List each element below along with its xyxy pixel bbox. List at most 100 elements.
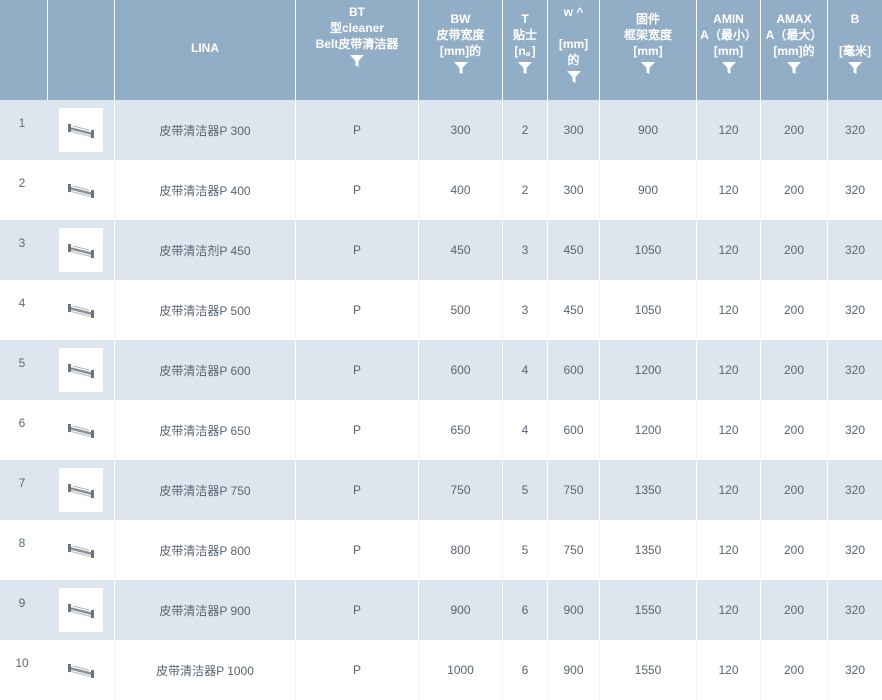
row-number: 10: [0, 640, 44, 700]
row-name[interactable]: 皮带清洁器P 750: [115, 460, 296, 520]
filter-icon[interactable]: [453, 62, 468, 74]
row-t: 5: [503, 520, 548, 580]
header-amax[interactable]: AMAX A（最大） [mm]的: [761, 0, 828, 100]
header-b[interactable]: B [毫米]: [828, 0, 882, 100]
filter-icon[interactable]: [566, 71, 581, 83]
row-t: 3: [503, 220, 548, 280]
row-amin: 120: [697, 100, 761, 160]
row-name[interactable]: 皮带清洁器P 800: [115, 520, 296, 580]
row-image-cell[interactable]: [48, 340, 115, 400]
table-row[interactable]: 7 皮带清洁器P 750 P 750 5 750 1350 120 200 32…: [0, 460, 882, 520]
table-row[interactable]: 8 皮带清洁器P 800 P 800 5 750 1350 120 200 32…: [0, 520, 882, 580]
belt-cleaner-thumbnail[interactable]: [59, 468, 103, 512]
belt-cleaner-icon: [68, 364, 94, 378]
belt-cleaner-thumbnail[interactable]: [59, 588, 103, 632]
row-bt: P: [296, 340, 419, 400]
row-amax: 200: [761, 400, 828, 460]
row-bw: 450: [419, 220, 503, 280]
row-number: 1: [0, 100, 44, 160]
product-table: LINA BT 型cleaner Belt皮带清洁器 BW 皮带宽度 [mm]的…: [0, 0, 882, 700]
row-w: 900: [548, 640, 600, 700]
row-w: 600: [548, 340, 600, 400]
header-bw[interactable]: BW 皮带宽度 [mm]的: [419, 0, 503, 100]
row-bw: 400: [419, 160, 503, 220]
row-amin: 120: [697, 400, 761, 460]
table-row[interactable]: 5 皮带清洁器P 600 P 600 4 600 1200 120 200 32…: [0, 340, 882, 400]
row-number: 2: [0, 160, 44, 220]
row-bw: 600: [419, 340, 503, 400]
row-number: 4: [0, 280, 44, 340]
belt-cleaner-thumbnail[interactable]: [59, 228, 103, 272]
row-image-cell[interactable]: [48, 220, 115, 280]
filter-icon[interactable]: [721, 62, 736, 74]
belt-cleaner-thumbnail[interactable]: [59, 348, 103, 392]
table-row[interactable]: 1 皮带清洁器P 300 P 300 2 300 900 120 200 320: [0, 100, 882, 160]
belt-cleaner-thumbnail[interactable]: [59, 288, 103, 332]
header-w[interactable]: w ^ [mm] 的: [548, 0, 600, 100]
row-t: 4: [503, 400, 548, 460]
belt-cleaner-icon: [68, 664, 94, 678]
row-frame: 1200: [600, 340, 697, 400]
row-w: 750: [548, 460, 600, 520]
row-b: 320: [844, 123, 866, 137]
row-name[interactable]: 皮带清洁器P 600: [115, 340, 296, 400]
row-name[interactable]: 皮带清洁器P 900: [115, 580, 296, 640]
row-name[interactable]: 皮带清洁器P 400: [115, 160, 296, 220]
table-row[interactable]: 2 皮带清洁器P 400 P 400 2 300 900 120 200 320: [0, 160, 882, 220]
row-t: 4: [503, 340, 548, 400]
header-image-cell: [48, 0, 115, 100]
row-image-cell[interactable]: [48, 400, 115, 460]
belt-cleaner-thumbnail[interactable]: [59, 528, 103, 572]
belt-cleaner-icon: [68, 424, 94, 438]
row-b: 320: [844, 663, 866, 677]
header-frame[interactable]: 固件 框架宽度 [mm]: [600, 0, 697, 100]
header-bt[interactable]: BT 型cleaner Belt皮带清洁器: [296, 0, 419, 100]
filter-icon[interactable]: [848, 62, 862, 74]
row-t: 5: [503, 460, 548, 520]
table-row[interactable]: 10 皮带清洁器P 1000 P 1000 6 900 1550 120 200…: [0, 640, 882, 700]
belt-cleaner-icon: [68, 184, 94, 198]
row-b: 320: [844, 483, 866, 497]
row-name[interactable]: 皮带清洁器P 300: [115, 100, 296, 160]
belt-cleaner-icon: [68, 604, 94, 618]
row-image-cell[interactable]: [48, 520, 115, 580]
table-row[interactable]: 6 皮带清洁器P 650 P 650 4 600 1200 120 200 32…: [0, 400, 882, 460]
header-name-label: LINA: [191, 41, 219, 55]
row-name[interactable]: 皮带清洁器P 1000: [115, 640, 296, 700]
row-image-cell[interactable]: [48, 100, 115, 160]
row-image-cell[interactable]: [48, 280, 115, 340]
row-t: 6: [503, 580, 548, 640]
row-image-cell[interactable]: [48, 580, 115, 640]
row-image-cell[interactable]: [48, 460, 115, 520]
filter-icon[interactable]: [787, 62, 801, 74]
row-b: 320: [844, 603, 866, 617]
belt-cleaner-icon: [68, 244, 94, 258]
header-t[interactable]: T 贴士 [n。]: [503, 0, 548, 100]
row-name[interactable]: 皮带清洁器P 650: [115, 400, 296, 460]
row-amax: 200: [761, 340, 828, 400]
row-image-cell[interactable]: [48, 160, 115, 220]
belt-cleaner-thumbnail[interactable]: [59, 648, 103, 692]
belt-cleaner-thumbnail[interactable]: [59, 168, 103, 212]
table-row[interactable]: 3 皮带清洁剂P 450 P 450 3 450 1050 120 200 32…: [0, 220, 882, 280]
row-bw: 650: [419, 400, 503, 460]
table-row[interactable]: 9 皮带清洁器P 900 P 900 6 900 1550 120 200 32…: [0, 580, 882, 640]
belt-cleaner-thumbnail[interactable]: [59, 408, 103, 452]
header-name[interactable]: LINA: [115, 0, 296, 100]
belt-cleaner-thumbnail[interactable]: [59, 108, 103, 152]
row-bw: 750: [419, 460, 503, 520]
row-bw: 800: [419, 520, 503, 580]
row-name[interactable]: 皮带清洁器P 500: [115, 280, 296, 340]
row-bw: 500: [419, 280, 503, 340]
filter-icon[interactable]: [350, 55, 364, 67]
header-amin[interactable]: AMIN A（最小） [mm]: [697, 0, 761, 100]
filter-icon[interactable]: [518, 62, 532, 74]
filter-icon[interactable]: [641, 62, 655, 74]
row-bt: P: [296, 160, 419, 220]
row-image-cell[interactable]: [48, 640, 115, 700]
row-w: 450: [548, 220, 600, 280]
row-number: 3: [0, 220, 44, 280]
row-name[interactable]: 皮带清洁剂P 450: [115, 220, 296, 280]
table-header: LINA BT 型cleaner Belt皮带清洁器 BW 皮带宽度 [mm]的…: [0, 0, 882, 100]
table-row[interactable]: 4 皮带清洁器P 500 P 500 3 450 1050 120 200 32…: [0, 280, 882, 340]
